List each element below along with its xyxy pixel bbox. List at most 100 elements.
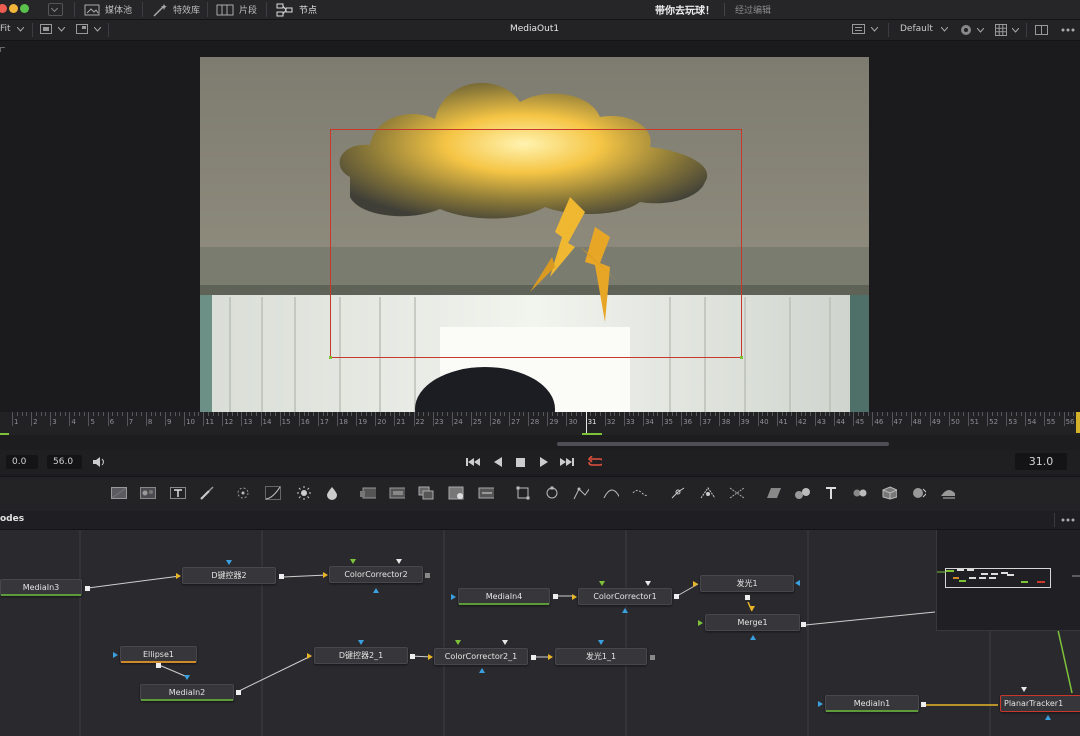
input-port[interactable] — [451, 594, 456, 600]
display-options-dropdown[interactable] — [76, 24, 101, 34]
mask-input-port[interactable] — [226, 560, 232, 565]
input-port[interactable] — [323, 572, 328, 578]
output-port[interactable] — [674, 594, 679, 599]
tracker-bounding-box[interactable] — [329, 129, 743, 359]
paint-tool[interactable] — [199, 486, 215, 500]
node-colorcorrector2-1[interactable]: ColorCorrector2_1 — [434, 648, 528, 665]
planar-tracker-tool[interactable] — [699, 486, 715, 500]
text-3d-tool[interactable] — [823, 486, 839, 500]
node-mediain1[interactable]: MediaIn1 — [825, 695, 919, 712]
split-view-icon[interactable] — [1035, 25, 1048, 35]
fast-noise-tool[interactable] — [140, 486, 156, 500]
node-mediain2[interactable]: MediaIn2 — [140, 684, 234, 701]
expand-menu-icon[interactable] — [48, 3, 63, 16]
output-port[interactable] — [156, 663, 161, 668]
merge-tool[interactable] — [478, 486, 494, 500]
mask-input-port[interactable] — [622, 608, 628, 613]
input-port[interactable] — [599, 581, 605, 586]
camera-tracker-tool[interactable] — [728, 486, 744, 500]
node-glow1-1[interactable]: 发光1_1 — [555, 648, 647, 665]
tab-effects-library[interactable]: 特效库 — [152, 1, 200, 18]
maximize-window-button[interactable] — [20, 4, 29, 13]
mask-input-port[interactable] — [113, 652, 118, 658]
output-port[interactable] — [279, 574, 284, 579]
layout-dropdown[interactable] — [852, 24, 878, 34]
input-port[interactable] — [502, 640, 508, 645]
input-port[interactable] — [396, 559, 402, 564]
background-input-port[interactable] — [749, 606, 755, 611]
mask-input-port[interactable] — [1045, 715, 1051, 720]
color-corrector-tool[interactable] — [324, 486, 340, 500]
particle-tool[interactable] — [235, 486, 251, 500]
minimize-window-button[interactable] — [9, 4, 18, 13]
tab-clips[interactable]: 片段 — [216, 1, 257, 18]
effect-mask-input-port[interactable] — [184, 675, 190, 680]
input-port[interactable] — [548, 654, 553, 660]
zoom-dropdown[interactable]: Fit — [0, 24, 24, 34]
brightness-tool[interactable] — [296, 486, 312, 500]
blur-tool[interactable] — [360, 486, 376, 500]
wand-mask-tool[interactable] — [632, 486, 648, 500]
go-to-end-button[interactable] — [560, 455, 574, 469]
node-navigator[interactable] — [936, 530, 1080, 631]
background-tool[interactable] — [111, 486, 127, 500]
mask-input-port[interactable] — [373, 588, 379, 593]
rectangle-mask-tool[interactable] — [515, 486, 531, 500]
playhead[interactable] — [585, 412, 587, 435]
foreground-input-port[interactable] — [698, 620, 703, 626]
curves-tool[interactable] — [265, 486, 281, 500]
mask-input-port[interactable] — [358, 640, 364, 645]
input-port[interactable] — [572, 594, 577, 600]
output-port[interactable] — [553, 594, 558, 599]
node-graph[interactable]: MediaIn3 D键控器2 ColorCorrector2 MediaIn4 … — [0, 530, 1080, 736]
ellipse-mask-tool[interactable] — [544, 486, 560, 500]
audio-volume-icon[interactable] — [92, 456, 106, 468]
go-to-start-button[interactable] — [466, 455, 480, 469]
text-tool[interactable] — [170, 486, 186, 500]
polygon-mask-tool[interactable] — [573, 486, 589, 500]
input-port[interactable] — [455, 640, 461, 645]
view-options-dropdown[interactable] — [40, 24, 65, 34]
node-merge1[interactable]: Merge1 — [705, 614, 800, 631]
input-port[interactable] — [350, 559, 356, 564]
input-port[interactable] — [428, 654, 433, 660]
mask-input-port[interactable] — [479, 668, 485, 673]
input-port[interactable] — [176, 573, 181, 579]
bbox-handle[interactable] — [740, 356, 743, 359]
camera-3d-tool[interactable] — [881, 486, 897, 500]
node-planartracker1[interactable]: PlanarTracker1 — [1000, 695, 1080, 712]
viewer-frame[interactable] — [200, 57, 869, 412]
renderer-3d-tool[interactable] — [910, 486, 926, 500]
grid-options-dropdown[interactable] — [995, 24, 1019, 36]
output-port[interactable] — [921, 702, 926, 707]
mask-input-port[interactable] — [750, 635, 756, 640]
sharpen-tool[interactable] — [418, 486, 434, 500]
node-colorcorrector2[interactable]: ColorCorrector2 — [329, 566, 423, 583]
output-port[interactable] — [410, 654, 415, 659]
step-back-button[interactable] — [491, 455, 505, 469]
bbox-handle[interactable] — [329, 356, 332, 359]
mask-input-port[interactable] — [795, 580, 800, 586]
render-end-field[interactable]: 56.0 — [47, 455, 82, 469]
shape-3d-tool[interactable] — [794, 486, 810, 500]
timeline-scrollbar[interactable] — [557, 442, 889, 446]
light-3d-tool[interactable] — [939, 486, 955, 500]
tab-nodes[interactable]: 节点 — [276, 1, 317, 18]
node-dkey2-1[interactable]: D键控器2_1 — [314, 647, 408, 664]
input-port[interactable] — [818, 701, 823, 707]
input-port[interactable] — [645, 581, 651, 586]
output-port[interactable] — [85, 586, 90, 591]
output-port[interactable] — [531, 655, 536, 660]
color-options-dropdown[interactable] — [960, 24, 984, 36]
node-mediain3[interactable]: MediaIn3 — [0, 579, 82, 596]
more-options-icon[interactable] — [1061, 28, 1075, 32]
preset-dropdown[interactable]: Default — [900, 24, 948, 34]
tab-media-pool[interactable]: 媒体池 — [84, 1, 132, 18]
input-port[interactable] — [307, 653, 312, 659]
input-port[interactable] — [1021, 687, 1027, 692]
out-marker[interactable] — [1076, 412, 1080, 433]
matte-control-tool[interactable] — [448, 486, 464, 500]
node-ellipse1[interactable]: Ellipse1 — [120, 646, 197, 663]
time-ruler[interactable]: 1 2 3 4 5 6 7 8 9 10 11 12 13 14 15 16 17 18 19 20 21 22 23 24 2… — [0, 412, 1080, 435]
close-window-button[interactable] — [0, 4, 7, 13]
